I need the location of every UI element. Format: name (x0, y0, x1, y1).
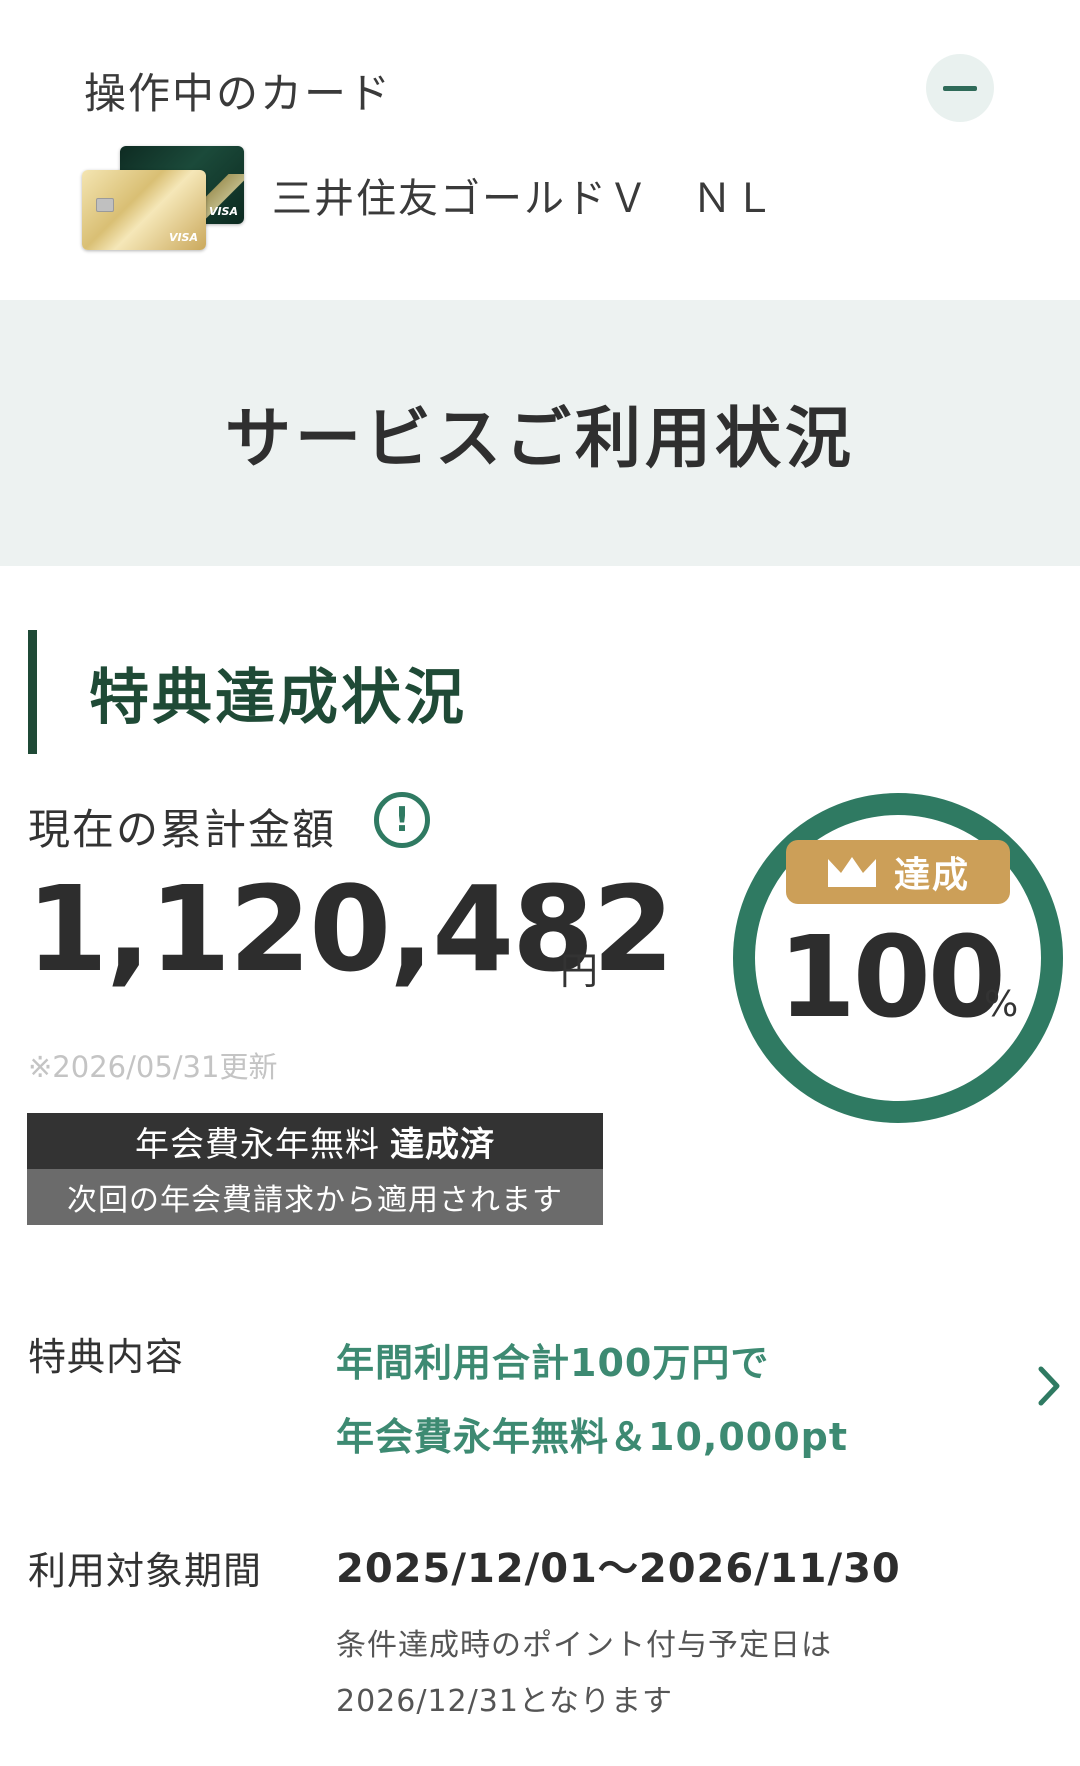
period-value: 2025/12/01〜2026/11/30 (336, 1546, 901, 1592)
page-title: サービスご利用状況 (225, 400, 855, 477)
cumulative-amount-label: 現在の累計金額 (28, 805, 337, 854)
progress-percent-value: 100 (778, 913, 1006, 1043)
info-icon[interactable]: ! (374, 792, 430, 848)
current-card-header: 操作中のカード VISA VISA 三井住友ゴールドＶ ＮＬ (0, 0, 1080, 300)
achievement-banner-main: 年会費永年無料 達成済 (27, 1113, 603, 1169)
minus-icon (943, 85, 977, 91)
amount-unit: 円 (560, 949, 599, 993)
period-note-2: 2026/12/31となります (336, 1684, 674, 1719)
collapse-button[interactable] (926, 54, 994, 122)
benefit-line-2[interactable]: 年会費永年無料＆10,000pt (336, 1406, 848, 1461)
visa-logo: VISA (208, 205, 238, 218)
achieved-badge: 達成 (786, 840, 1010, 904)
card-chip-icon (96, 198, 114, 212)
achievement-banner: 年会費永年無料 達成済 次回の年会費請求から適用されます (27, 1113, 603, 1225)
section-heading: 特典達成状況 (28, 630, 467, 754)
crown-icon (827, 857, 876, 887)
progress-percent-unit: % (984, 984, 1019, 1025)
achieved-badge-label: 達成 (893, 855, 970, 896)
card-name: 三井住友ゴールドＶ ＮＬ (272, 176, 776, 222)
achievement-banner-status: 達成済 (390, 1124, 495, 1165)
period-note-1: 条件達成時のポイント付与予定日は (336, 1628, 832, 1663)
section-title: 特典達成状況 (89, 662, 467, 733)
card-image: VISA VISA (82, 146, 244, 250)
updated-date-note: ※2026/05/31更新 (28, 1050, 278, 1084)
benefit-line-1[interactable]: 年間利用合計100万円で (336, 1332, 769, 1387)
visa-logo: VISA (168, 231, 198, 244)
achievement-banner-sub: 次回の年会費請求から適用されます (27, 1169, 603, 1225)
chevron-right-icon[interactable] (1038, 1366, 1060, 1406)
period-label: 利用対象期間 (28, 1549, 263, 1593)
benefit-label: 特典内容 (28, 1335, 185, 1379)
card-front-image: VISA (82, 170, 206, 250)
achievement-banner-prefix: 年会費永年無料 (135, 1124, 380, 1165)
page-title-band: サービスご利用状況 (0, 300, 1080, 566)
current-card-title: 操作中のカード (84, 69, 393, 118)
